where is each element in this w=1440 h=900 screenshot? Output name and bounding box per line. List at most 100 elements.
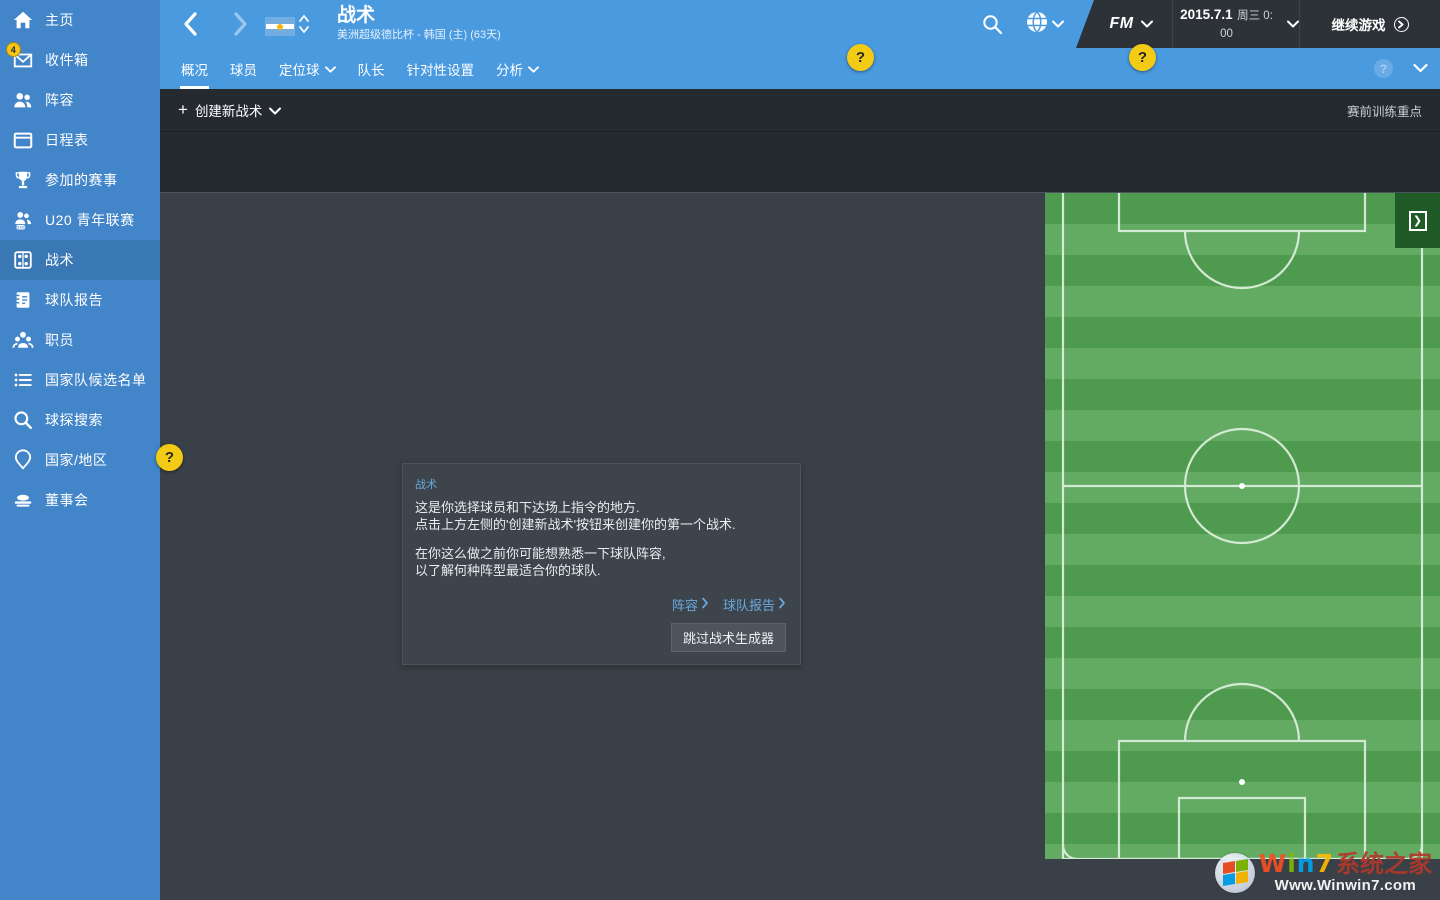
list-icon: [10, 367, 36, 393]
help-bubble-header-center[interactable]: ?: [847, 44, 874, 71]
nation-selector[interactable]: [265, 12, 310, 41]
sidebar-item-5[interactable]: U20 U20 青年联赛: [0, 200, 160, 240]
fm-menu-button[interactable]: FM: [1076, 0, 1172, 48]
continue-game-button[interactable]: 继续游戏: [1300, 0, 1440, 48]
fm-logo: FM: [1109, 15, 1134, 32]
watermark-letter-n: n: [1296, 849, 1315, 878]
sidebar-item-9[interactable]: 国家队候选名单: [0, 360, 160, 400]
sidebar-item-6[interactable]: 战术: [0, 240, 160, 280]
page-title: 战术: [337, 5, 376, 26]
app-header: 战术 美洲超级德比杯 - 韩国 (主) (63天) FM 2015.7.1 周三…: [160, 0, 1440, 48]
pre-match-training-focus-link[interactable]: 赛前训练重点: [1347, 101, 1422, 120]
game-date-button[interactable]: 2015.7.1 周三 0: 00: [1172, 0, 1300, 48]
watermark-text: W i n 7 系统之家 Www.Winwin7.com: [1258, 849, 1432, 895]
continue-game-label: 继续游戏: [1331, 18, 1386, 33]
sidebar-badge-count: 4: [6, 42, 21, 57]
watermark-chinese: 系统之家: [1336, 850, 1432, 878]
up-down-chevron-icon: [298, 12, 310, 41]
sidebar-item-label: U20 青年联赛: [45, 212, 135, 228]
tab-list: 概况 球员 定位球 队长 针对性设置 分析: [170, 48, 550, 89]
create-new-tactic-button[interactable]: + 创建新战术: [178, 100, 282, 120]
staff-icon: [10, 327, 36, 353]
search-icon[interactable]: [970, 0, 1014, 48]
help-bubble-sidebar[interactable]: ?: [156, 444, 183, 471]
pitch-panel: ❯: [1045, 193, 1440, 859]
tab-5[interactable]: 分析: [485, 48, 550, 89]
chevron-down-icon: [1287, 15, 1299, 33]
sidebar-item-10[interactable]: 球探搜索: [0, 400, 160, 440]
dialog-spacer: [415, 533, 786, 546]
windows-logo-icon: [1214, 852, 1255, 893]
globe-icon: [1026, 10, 1048, 38]
sidebar-item-3[interactable]: 日程表: [0, 120, 160, 160]
sidebar-item-1[interactable]: 4 收件箱: [0, 40, 160, 80]
tab-label: 针对性设置: [406, 62, 475, 78]
tab-3[interactable]: 队长: [347, 48, 396, 89]
sidebar-item-8[interactable]: 职员: [0, 320, 160, 360]
help-bubble-header-fm[interactable]: ?: [1129, 44, 1156, 71]
sidebar-item-label: 职员: [45, 332, 74, 348]
header-right-cluster: FM 2015.7.1 周三 0: 00 继续游戏: [970, 0, 1440, 48]
plus-icon: +: [178, 100, 188, 119]
argentina-flag-icon: [265, 17, 295, 36]
date-value: 2015.7.1: [1180, 7, 1233, 22]
dialog-paragraph-2-line-2: 以了解何种阵型最适合你的球队.: [415, 562, 601, 578]
globe-button[interactable]: [1014, 0, 1076, 48]
tab-bar-right: ?: [1374, 48, 1428, 89]
tab-label: 定位球: [279, 62, 320, 78]
tactics-toolbar: + 创建新战术 赛前训练重点: [160, 89, 1440, 132]
tab-4[interactable]: 针对性设置: [396, 48, 486, 89]
forward-button[interactable]: [224, 8, 256, 40]
main-content: ❯ 战术 这是你选择球员和下达场上指令的地方. 点击上方左侧的'创建新战术'按钮…: [160, 193, 1440, 900]
location-pin-icon: [10, 447, 36, 473]
page-title-block: 战术 美洲超级德比杯 - 韩国 (主) (63天): [337, 5, 501, 42]
chevron-down-icon: [1052, 15, 1064, 33]
watermark-brand: W i n 7 系统之家: [1258, 849, 1432, 878]
arrow-right-circle-icon: [1393, 16, 1409, 32]
sidebar-item-label: 球队报告: [45, 292, 103, 308]
chevron-down-icon[interactable]: [1413, 60, 1428, 78]
sidebar-item-4[interactable]: 参加的赛事: [0, 160, 160, 200]
sidebar-item-label: 日程表: [45, 132, 89, 148]
tab-label: 分析: [496, 62, 523, 78]
sidebar-item-label: 球探搜索: [45, 412, 103, 428]
dialog-title: 战术: [415, 479, 437, 491]
dialog-squad-link[interactable]: 阵容: [672, 595, 709, 614]
dialog-actions: 跳过战术生成器: [415, 623, 786, 652]
sidebar-item-11[interactable]: 国家/地区: [0, 440, 160, 480]
help-circle-icon[interactable]: ?: [1374, 59, 1393, 78]
tactics-tip-dialog: 战术 这是你选择球员和下达场上指令的地方. 点击上方左侧的'创建新战术'按钮来创…: [402, 463, 801, 665]
tab-2[interactable]: 定位球: [268, 48, 347, 89]
sidebar-item-7[interactable]: 球队报告: [0, 280, 160, 320]
skip-tactics-creator-button[interactable]: 跳过战术生成器: [670, 623, 786, 652]
football-pitch[interactable]: ❯: [1045, 193, 1440, 859]
tab-1[interactable]: 球员: [219, 48, 268, 89]
game-date: 2015.7.1 周三 0: 00: [1173, 6, 1280, 42]
page-subtitle: 美洲超级德比杯 - 韩国 (主) (63天): [337, 29, 501, 41]
back-button[interactable]: [174, 8, 206, 40]
sidebar-item-label: 国家队候选名单: [45, 372, 147, 388]
dialog-paragraph-2-line-1: 在你这么做之前你可能想熟悉一下球队阵容,: [415, 546, 666, 561]
sidebar-item-0[interactable]: 主页: [0, 0, 160, 40]
trophy-icon: [10, 167, 36, 193]
sidebar-item-2[interactable]: 阵容: [0, 80, 160, 120]
expand-right-icon[interactable]: ❯: [1395, 193, 1440, 248]
tab-bar: 概况 球员 定位球 队长 针对性设置 分析 ?: [160, 48, 1440, 89]
watermark-url: Www.Winwin7.com: [1274, 877, 1416, 894]
search-icon: [10, 407, 36, 433]
sidebar-item-label: 战术: [45, 252, 74, 268]
main-sidebar: 主页 4 收件箱 阵容日程表参加的赛事 U20 U20 青年联赛 战术球队报告职员国家队候选…: [0, 0, 160, 900]
calendar-icon: [10, 127, 36, 153]
u20-icon: U20: [10, 207, 36, 233]
boardroom-icon: [10, 487, 36, 513]
squad-icon: [10, 87, 36, 113]
watermark-digit-7: 7: [1315, 849, 1333, 878]
tab-0[interactable]: 概况: [170, 48, 219, 89]
tab-label: 球员: [230, 62, 257, 78]
sidebar-item-12[interactable]: 董事会: [0, 480, 160, 520]
report-icon: [10, 287, 36, 313]
chevron-right-icon: [778, 597, 786, 612]
chevron-down-icon: [528, 61, 539, 76]
watermark-letter-w: W: [1258, 849, 1287, 878]
dialog-team-report-link[interactable]: 球队报告: [723, 595, 786, 614]
